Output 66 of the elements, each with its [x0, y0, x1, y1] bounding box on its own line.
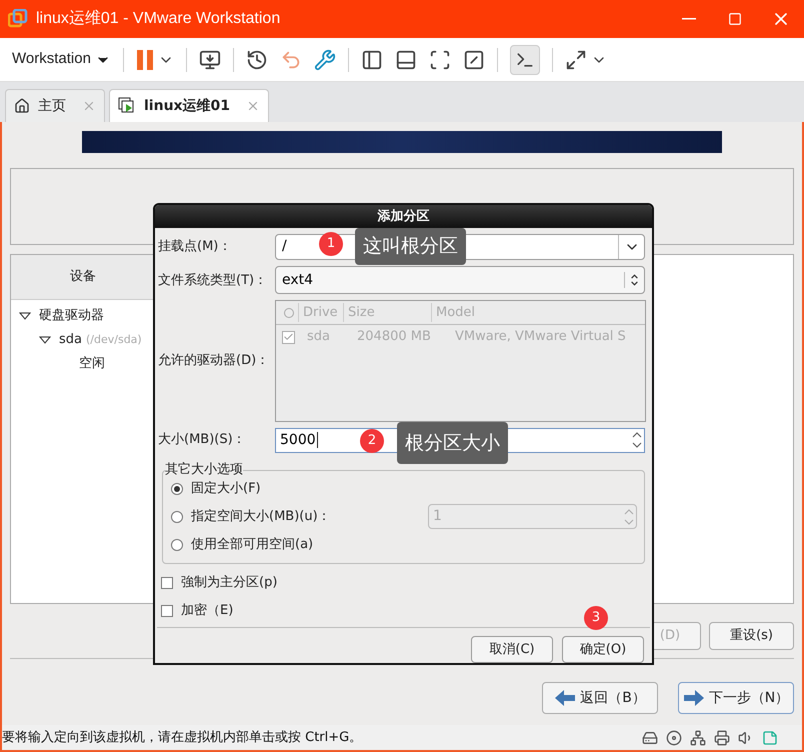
checkbox[interactable]	[161, 605, 173, 617]
workstation-menu[interactable]: Workstation	[12, 48, 111, 71]
field-value: 1	[432, 507, 443, 526]
tab-label: linux运维01	[144, 96, 230, 116]
dialog-button[interactable]: 取消(C)	[471, 636, 553, 663]
checkbox[interactable]	[161, 577, 173, 589]
disc-icon[interactable]	[666, 730, 682, 746]
callout-label: 这叫根分区	[355, 228, 466, 265]
stretch-icon[interactable]	[564, 48, 587, 70]
filesystem-select[interactable]: ext4	[275, 266, 645, 294]
column-header: Size	[343, 302, 431, 322]
radio-button[interactable]	[171, 510, 183, 523]
tab[interactable]: linux运维01	[109, 89, 270, 122]
expanded-arrow-icon[interactable]	[39, 336, 51, 344]
printer-icon[interactable]	[714, 730, 730, 746]
field-value: 5000	[280, 430, 316, 450]
column-header: 设备	[11, 255, 155, 300]
radio-label: 使用全部可用空间(a)	[191, 536, 314, 554]
app-logo-icon	[8, 9, 28, 29]
field-label: 挂载点(M)：	[158, 238, 232, 256]
drive-checkbox[interactable]	[282, 330, 295, 344]
next-button[interactable]: 下一步（N）	[678, 682, 794, 714]
panel-icon[interactable]	[394, 48, 417, 70]
table-cell-text: 204800 MB	[357, 328, 432, 346]
dialog-button[interactable]: 确定(O)	[562, 636, 644, 663]
table-cell-text: VMware, VMware Virtual S	[455, 328, 626, 346]
window-title: linux运维01 - VMware Workstation	[36, 8, 280, 29]
panel-button[interactable]: 重设(s)	[709, 622, 794, 650]
column-header: Drive	[298, 302, 343, 322]
vm-icon	[118, 97, 136, 115]
field-value: /	[282, 237, 287, 256]
device-path: (/dev/sda)	[86, 332, 142, 348]
left-arrow-icon	[554, 689, 576, 707]
radio-label: 固定大小(F)	[191, 480, 261, 498]
wrench-icon[interactable]	[314, 48, 336, 70]
radio-button[interactable]	[171, 538, 183, 551]
callout-label: 根分区大小	[397, 422, 508, 464]
right-arrow-icon	[682, 689, 705, 707]
tab-label: 主页	[38, 96, 66, 116]
column-header: Model	[431, 302, 476, 322]
console-button[interactable]	[510, 44, 540, 74]
field-value: ext4	[281, 270, 314, 290]
field-label: 允许的驱动器(D)：	[158, 352, 270, 370]
expanded-arrow-icon[interactable]	[19, 312, 31, 320]
tree-item[interactable]: 空闲	[79, 354, 105, 374]
select-all-icon	[284, 308, 294, 318]
minimize-icon	[682, 18, 696, 20]
table-cell-text: sda	[307, 328, 331, 346]
field-label: 文件系统类型(T)：	[158, 272, 268, 290]
tab[interactable]: 主页	[5, 89, 105, 122]
checkbox-label: 加密（E)	[181, 602, 234, 620]
back-button[interactable]: 返回（B）	[542, 682, 658, 714]
snapshot-icon[interactable]	[246, 48, 268, 70]
tree-item[interactable]: 硬盘驱动器	[39, 306, 104, 326]
status-message: 要将输入定向到该虚拟机，请在虚拟机内部单击或按 Ctrl+G。	[2, 728, 362, 747]
dialog-title-bar: 添加分区	[155, 205, 652, 228]
maximize-icon	[728, 12, 742, 26]
radio-label: 指定空间大小(MB)(u)：	[191, 508, 331, 526]
field-label: 大小(MB)(S)：	[158, 431, 247, 450]
sidebar-icon[interactable]	[360, 48, 383, 70]
checkbox-label: 強制为主分区(p)	[181, 574, 278, 592]
fullscreen-icon[interactable]	[428, 48, 451, 70]
home-icon	[14, 98, 30, 114]
network-icon[interactable]	[690, 730, 706, 746]
radio-button[interactable]	[171, 482, 183, 495]
tree-item[interactable]: sda	[59, 330, 82, 350]
